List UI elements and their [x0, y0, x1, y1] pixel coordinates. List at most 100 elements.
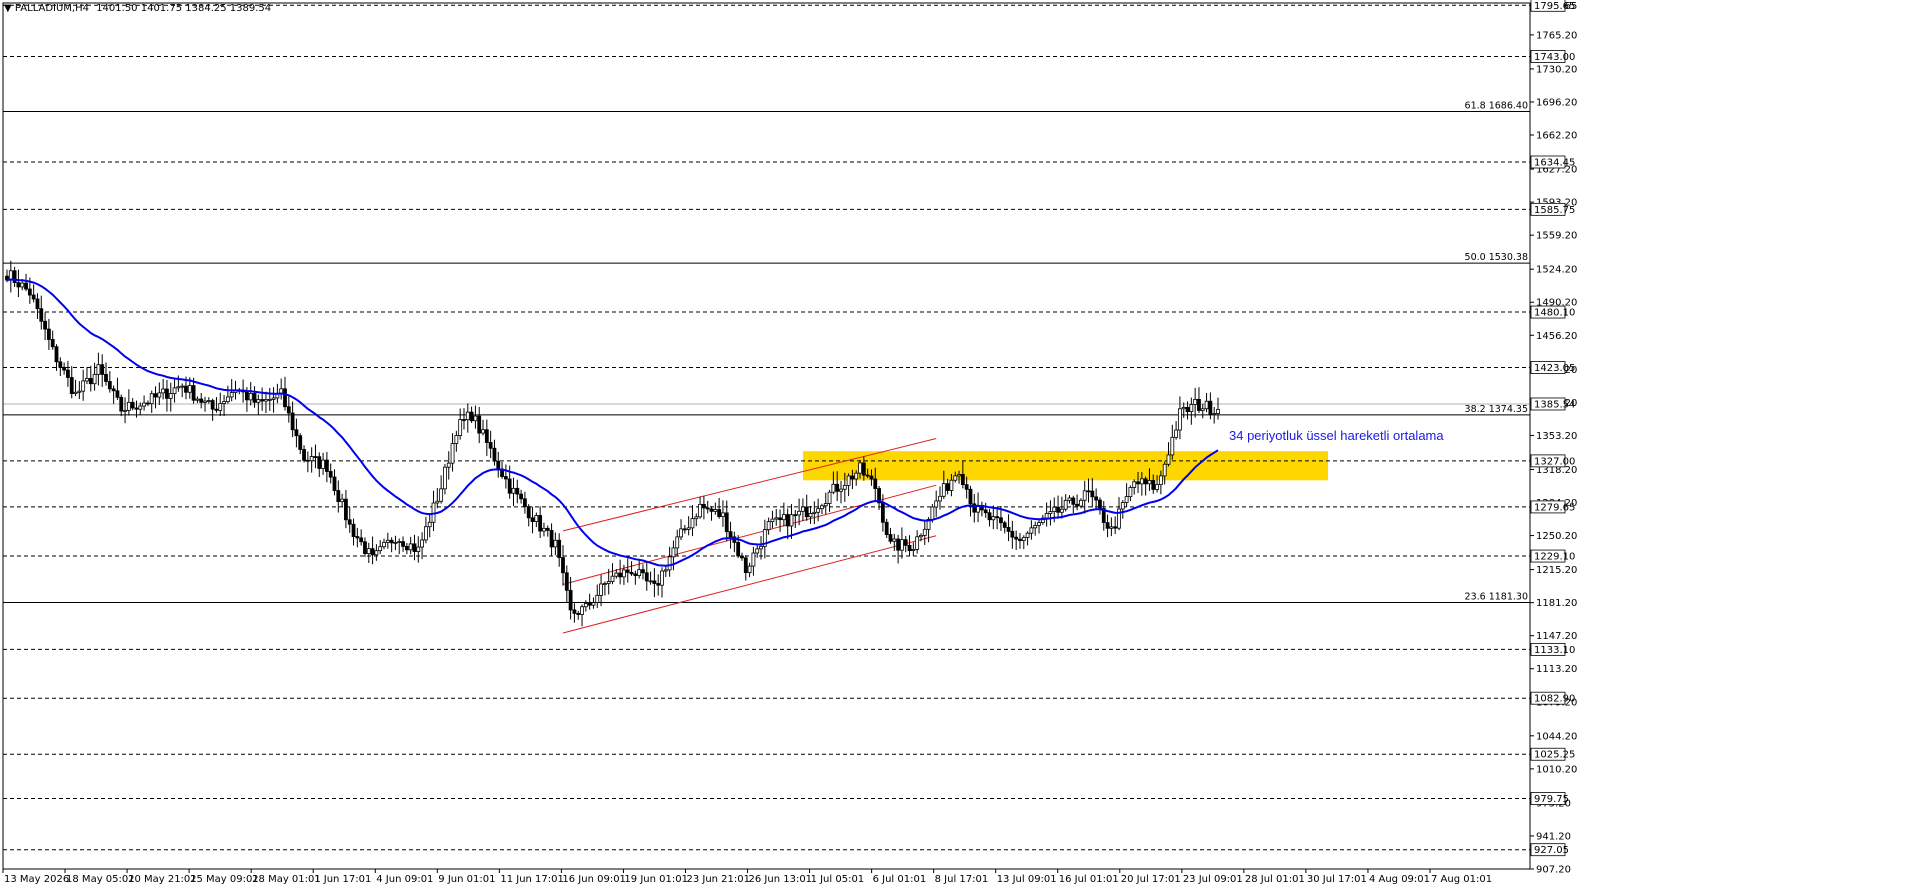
candle-body	[104, 373, 108, 382]
fib-label-0: 61.8 1686.40	[1465, 100, 1528, 111]
candle-body	[298, 435, 303, 450]
candle-body	[328, 471, 333, 478]
candle-body	[454, 435, 459, 444]
candle-body	[580, 606, 584, 615]
candle-body	[302, 449, 306, 461]
candle-body	[340, 498, 345, 503]
candle-body	[1048, 511, 1053, 514]
candle-body	[248, 393, 253, 401]
ema-layer	[6, 278, 1219, 567]
ema-line	[6, 278, 1219, 567]
time-axis[interactable]: 13 May 202618 May 05:0120 May 21:0125 Ma…	[2, 869, 1492, 885]
candle-body	[138, 405, 143, 410]
candle-body	[850, 475, 855, 480]
candle-body	[568, 589, 573, 611]
candle-body	[1052, 506, 1057, 513]
candle-body	[747, 565, 752, 574]
candle-body	[816, 508, 821, 513]
candle-body	[907, 544, 912, 552]
candle-body	[355, 536, 360, 539]
candle-body	[1082, 490, 1087, 501]
candle-body	[172, 387, 177, 395]
candle-body	[561, 557, 565, 574]
candle-body	[781, 514, 786, 521]
candle-body	[701, 503, 706, 509]
candle-body	[663, 569, 668, 572]
candle-body	[374, 550, 379, 556]
price-badge-label: 1133.10	[1534, 645, 1575, 656]
candle-body	[1139, 478, 1144, 485]
candle-body	[370, 548, 375, 556]
candle-body	[54, 346, 59, 363]
candle-body	[740, 555, 744, 559]
candle-body	[115, 390, 120, 398]
y-tick-label: 907.20	[1536, 865, 1571, 876]
candle-body	[20, 282, 25, 288]
candle-body	[930, 506, 935, 520]
header-symbol: PALLADIUM,H4	[15, 3, 89, 14]
candle-body	[774, 517, 779, 520]
candle-body	[1056, 506, 1060, 513]
x-tick-label: 9 Jun 01:01	[438, 874, 495, 885]
candle-body	[823, 503, 828, 507]
price-chart[interactable]: 1795.651765.201730.201696.201662.201627.…	[0, 0, 1916, 888]
candle-body	[595, 594, 600, 603]
candle-body	[835, 483, 840, 492]
candle-body	[724, 512, 729, 533]
y-tick-label: 1353.20	[1536, 431, 1577, 442]
candle-body	[313, 456, 318, 458]
channel-line-2	[562, 535, 937, 634]
candle-body	[1006, 526, 1011, 532]
candle-body	[1090, 490, 1095, 498]
candle-body	[721, 512, 725, 517]
candle-body	[443, 466, 447, 490]
candle-body	[290, 412, 295, 431]
candle-body	[869, 475, 874, 480]
candle-body	[153, 393, 158, 398]
candle-body	[393, 542, 398, 544]
x-tick-label: 6 Jul 01:01	[873, 874, 927, 885]
y-tick-label: 1662.20	[1536, 131, 1577, 142]
candle-body	[12, 270, 17, 284]
candle-body	[705, 507, 710, 510]
x-tick-label: 4 Jun 09:01	[376, 874, 433, 885]
candle-body	[126, 401, 131, 411]
candle-body	[446, 462, 451, 468]
candle-body	[1075, 503, 1079, 507]
candle-body	[488, 442, 493, 449]
candle-body	[770, 518, 775, 523]
candle-body	[831, 483, 836, 493]
candle-body	[538, 515, 543, 532]
candle-body	[610, 575, 615, 582]
x-tick-label: 18 May 05:01	[66, 874, 135, 885]
candle-body	[1079, 499, 1083, 507]
candle-body	[1021, 537, 1026, 542]
candle-body	[420, 539, 424, 548]
price-axis[interactable]: 1795.651765.201730.201696.201662.201627.…	[1530, 0, 1577, 876]
candle-body	[283, 388, 287, 408]
candle-body	[1128, 487, 1133, 498]
candle-body	[553, 539, 558, 548]
candle-body	[591, 602, 596, 606]
candle-body	[191, 385, 196, 401]
price-badge-label: 1229.10	[1534, 552, 1575, 563]
candle-body	[542, 527, 546, 532]
candle-body	[953, 475, 958, 481]
candle-body	[557, 539, 562, 558]
price-badge-label: 1634.45	[1534, 157, 1575, 168]
candle-body	[423, 526, 428, 541]
candle-body	[206, 400, 211, 402]
candle-body	[27, 288, 32, 296]
y-tick-label: 1250.20	[1536, 531, 1577, 542]
candle-body	[366, 548, 371, 555]
candle-body	[652, 580, 657, 584]
candle-body	[1193, 398, 1198, 405]
candle-body	[385, 539, 390, 543]
candle-body	[564, 572, 569, 591]
candle-body	[165, 388, 169, 399]
candle-body	[111, 388, 116, 392]
candle-body	[686, 527, 691, 530]
candle-body	[644, 572, 649, 582]
candle-body	[919, 534, 923, 538]
price-badge-label: 1743.00	[1534, 52, 1575, 63]
